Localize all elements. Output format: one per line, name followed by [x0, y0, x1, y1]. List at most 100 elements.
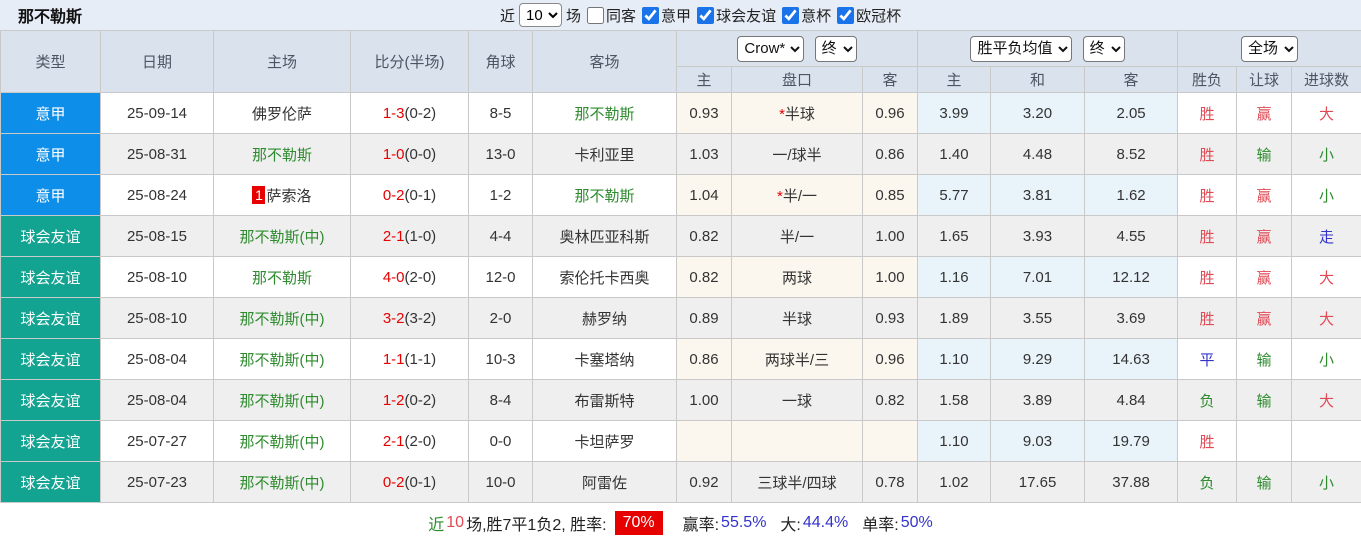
- result-handicap-cell: 输: [1237, 462, 1292, 503]
- avg-win-odds: 3.99: [918, 93, 991, 134]
- handicap-home-odds: 0.82: [677, 216, 732, 257]
- handicap-stage-select[interactable]: 终: [815, 36, 857, 62]
- champions-league-checkbox[interactable]: [837, 7, 854, 24]
- scope-select[interactable]: 全场: [1241, 36, 1298, 62]
- result-wdl-cell: 胜: [1178, 421, 1237, 462]
- italy-cup-checkbox[interactable]: [782, 7, 799, 24]
- handicap-line-text: 半球: [782, 311, 812, 328]
- avg-lose-odds: 4.55: [1085, 216, 1178, 257]
- result-wdl-cell: 负: [1178, 380, 1237, 421]
- result-wdl-cell: 负: [1178, 462, 1237, 503]
- date-cell: 25-08-04: [101, 339, 214, 380]
- handicap-home-odds: 0.86: [677, 339, 732, 380]
- checkbox-friendly[interactable]: 球会友谊: [697, 5, 776, 26]
- fulltime-score: 2-1: [383, 228, 405, 245]
- date-cell: 25-08-04: [101, 380, 214, 421]
- checkbox-serie-a[interactable]: 意甲: [642, 5, 691, 26]
- away-team-name: 索伦托卡西奥: [559, 270, 649, 287]
- avg-draw-odds: 3.93: [991, 216, 1085, 257]
- table-row: 意甲 25-08-24 1萨索洛 0-2(0-1) 1-2 那不勒斯 1.04 …: [1, 175, 1361, 216]
- result-goals-cell: 小: [1292, 462, 1361, 503]
- away-team-cell: 那不勒斯: [533, 175, 677, 216]
- away-team-cell: 阿雷佐: [533, 462, 677, 503]
- table-row: 球会友谊 25-08-10 那不勒斯(中) 3-2(3-2) 2-0 赫罗纳 0…: [1, 298, 1361, 339]
- result-wdl-cell: 平: [1178, 339, 1237, 380]
- champions-league-label: 欧冠杯: [856, 5, 901, 26]
- handicap-away-odds: 0.96: [863, 339, 918, 380]
- league-type-cell: 球会友谊: [1, 339, 101, 380]
- home-team-name: 那不勒斯(中): [240, 393, 325, 410]
- corners-cell: 0-0: [469, 421, 533, 462]
- away-team-name: 那不勒斯: [574, 106, 634, 123]
- league-type-cell: 球会友谊: [1, 421, 101, 462]
- away-team-cell: 赫罗纳: [533, 298, 677, 339]
- bookmaker-select[interactable]: Crow*: [737, 36, 804, 62]
- recent-label: 近: [500, 5, 515, 26]
- filter-controls: 近 10 场 同客 意甲 球会友谊 意杯 欧冠杯: [500, 0, 901, 30]
- handicap-line-cell: [732, 421, 863, 462]
- matches-table: 类型 日期 主场 比分(半场) 角球 客场 Crow* 终 胜平负均值 终 全场…: [0, 30, 1361, 503]
- handicap-line-cell: 两球: [732, 257, 863, 298]
- home-team-name: 那不勒斯(中): [240, 311, 325, 328]
- result-goals-cell: 大: [1292, 298, 1361, 339]
- topbar: 那不勒斯 近 10 场 同客 意甲 球会友谊 意杯 欧冠杯: [0, 0, 1361, 30]
- result-wdl-cell: 胜: [1178, 175, 1237, 216]
- games-label: 场: [566, 5, 581, 26]
- result-wdl-cell: 胜: [1178, 134, 1237, 175]
- away-team-cell: 那不勒斯: [533, 93, 677, 134]
- single-rate-value: 50%: [901, 514, 933, 532]
- away-team-cell: 奥林匹亚科斯: [533, 216, 677, 257]
- halftime-score: (0-0): [405, 146, 437, 163]
- average-odds-select[interactable]: 胜平负均值: [970, 36, 1072, 62]
- result-goals-cell: 小: [1292, 134, 1361, 175]
- checkbox-same-venue[interactable]: 同客: [587, 5, 636, 26]
- fulltime-score: 1-2: [383, 392, 405, 409]
- recent-count-select[interactable]: 10: [519, 3, 562, 27]
- result-wdl-cell: 胜: [1178, 298, 1237, 339]
- col-header-away: 客场: [533, 31, 677, 93]
- home-team-cell: 那不勒斯(中): [214, 216, 351, 257]
- away-team-name: 奥林匹亚科斯: [559, 229, 649, 246]
- checkbox-italy-cup[interactable]: 意杯: [782, 5, 831, 26]
- score-cell: 2-1(1-0): [351, 216, 469, 257]
- result-handicap-cell: 输: [1237, 339, 1292, 380]
- avg-win-odds: 1.10: [918, 339, 991, 380]
- fulltime-score: 1-1: [383, 351, 405, 368]
- halftime-score: (0-2): [405, 105, 437, 122]
- home-team-name: 那不勒斯(中): [240, 352, 325, 369]
- table-row: 球会友谊 25-08-04 那不勒斯(中) 1-2(0-2) 8-4 布雷斯特 …: [1, 380, 1361, 421]
- same-venue-checkbox[interactable]: [587, 7, 604, 24]
- avg-lose-odds: 2.05: [1085, 93, 1178, 134]
- friendly-checkbox[interactable]: [697, 7, 714, 24]
- result-wdl-cell: 胜: [1178, 216, 1237, 257]
- home-team-cell: 那不勒斯(中): [214, 380, 351, 421]
- date-cell: 25-08-31: [101, 134, 214, 175]
- col-header-home: 主场: [214, 31, 351, 93]
- subcol-avg-draw: 和: [991, 67, 1085, 93]
- serie-a-label: 意甲: [661, 5, 691, 26]
- home-team-name: 萨索洛: [266, 188, 311, 205]
- league-type-cell: 球会友谊: [1, 216, 101, 257]
- handicap-line-cell: 一球: [732, 380, 863, 421]
- date-cell: 25-08-10: [101, 298, 214, 339]
- result-goals-cell: 大: [1292, 93, 1361, 134]
- serie-a-checkbox[interactable]: [642, 7, 659, 24]
- handicap-away-odds: [863, 421, 918, 462]
- subcol-result: 胜负: [1178, 67, 1237, 93]
- subcol-ah-result: 让球: [1237, 67, 1292, 93]
- corners-cell: 8-4: [469, 380, 533, 421]
- home-team-name: 那不勒斯: [252, 147, 312, 164]
- avg-lose-odds: 1.62: [1085, 175, 1178, 216]
- avg-draw-odds: 3.81: [991, 175, 1085, 216]
- league-type-cell: 意甲: [1, 134, 101, 175]
- checkbox-champions-league[interactable]: 欧冠杯: [837, 5, 901, 26]
- score-cell: 1-2(0-2): [351, 380, 469, 421]
- fulltime-score: 0-2: [383, 187, 405, 204]
- page-title: 那不勒斯: [18, 3, 82, 27]
- fulltime-score: 2-1: [383, 433, 405, 450]
- col-header-date: 日期: [101, 31, 214, 93]
- win-rate-badge: 70%: [615, 511, 663, 535]
- handicap-line-cell: 一/球半: [732, 134, 863, 175]
- rank-badge: 1: [252, 186, 265, 204]
- average-stage-select[interactable]: 终: [1083, 36, 1125, 62]
